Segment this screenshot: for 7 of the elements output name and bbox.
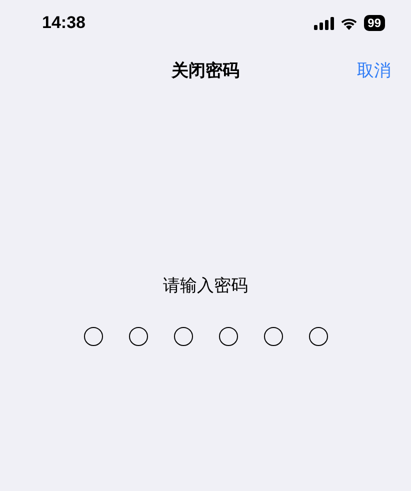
- wifi-icon: [340, 16, 358, 30]
- battery-level: 99: [364, 15, 385, 31]
- signal-icon: [314, 16, 334, 30]
- passcode-prompt: 请输入密码: [163, 275, 248, 297]
- nav-title: 关闭密码: [172, 60, 240, 82]
- status-time: 14:38: [42, 13, 86, 33]
- cancel-button[interactable]: 取消: [357, 58, 391, 82]
